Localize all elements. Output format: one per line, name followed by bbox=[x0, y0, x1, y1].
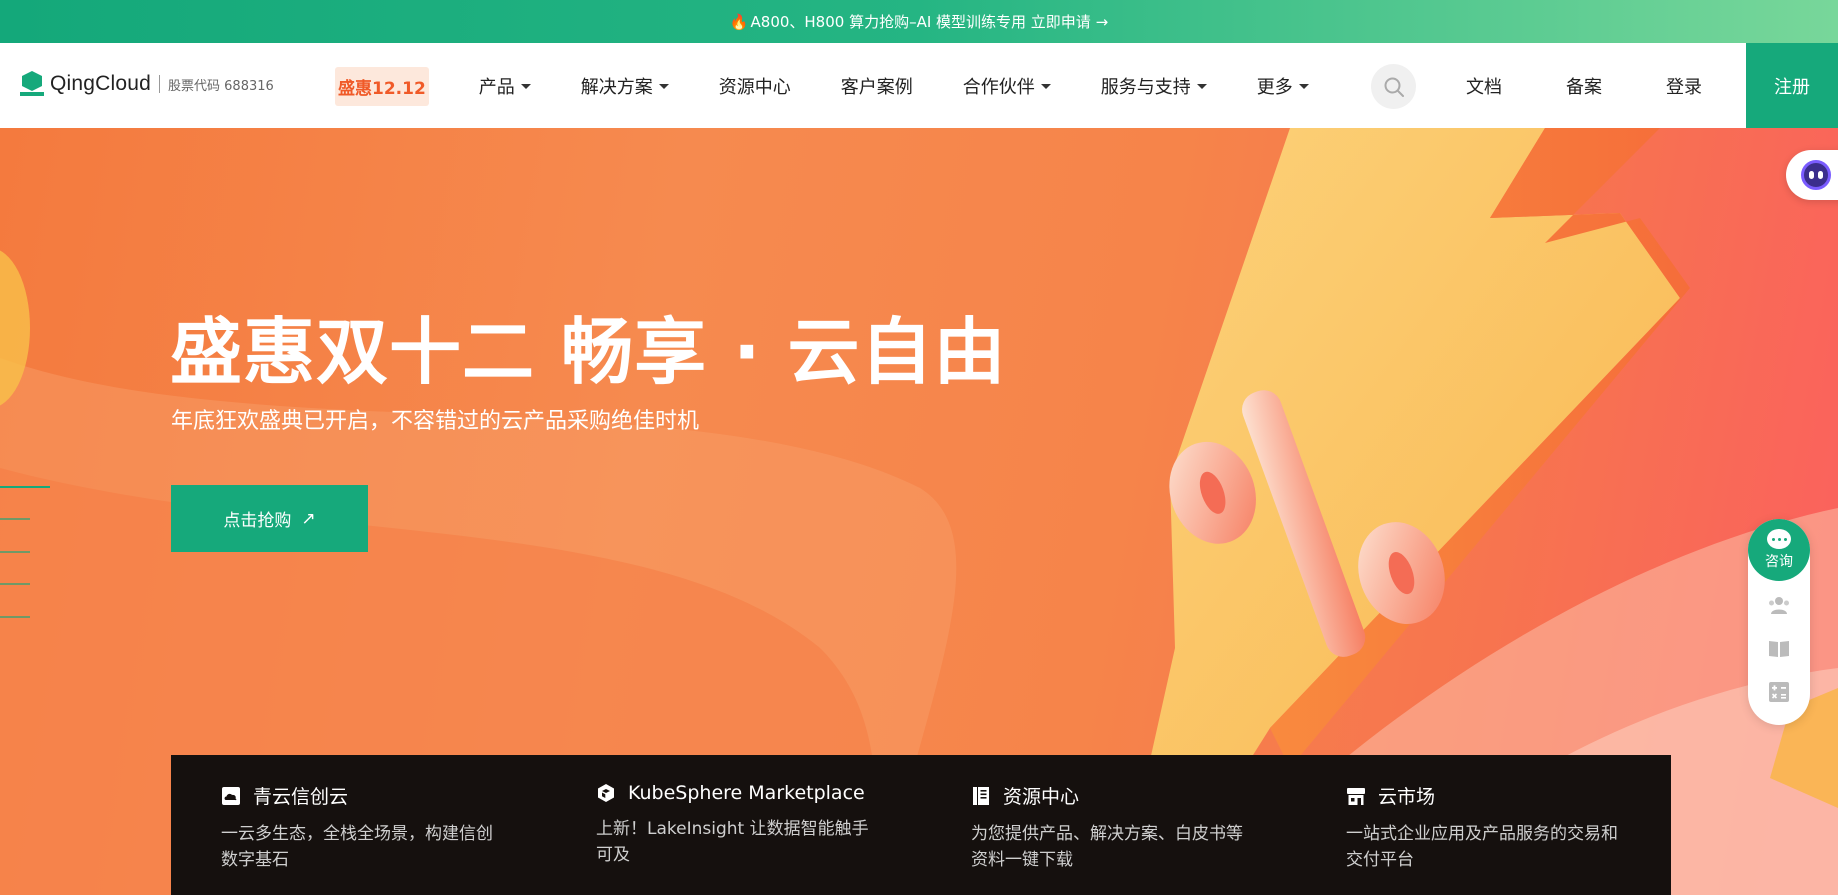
slide-indicator[interactable] bbox=[0, 551, 30, 553]
logo[interactable]: QingCloud 股票代码 688316 bbox=[20, 71, 274, 97]
register-button[interactable]: 注册 bbox=[1746, 43, 1838, 128]
nav-item-cases[interactable]: 客户案例 bbox=[841, 73, 913, 99]
card-description: 为您提供产品、解决方案、白皮书等资料一键下载 bbox=[971, 824, 1243, 870]
stock-code: 股票代码 688316 bbox=[168, 78, 274, 94]
consult-label: 咨询 bbox=[1765, 554, 1793, 570]
logo-text: QingCloud bbox=[50, 72, 152, 95]
nav-promo-tag[interactable]: 盛惠12.12 bbox=[335, 66, 429, 106]
nav-item-products[interactable]: 产品 bbox=[479, 73, 531, 99]
slide-indicator[interactable] bbox=[0, 616, 30, 618]
caret-down-icon bbox=[520, 83, 531, 89]
robot-icon bbox=[1801, 160, 1831, 190]
book-icon[interactable] bbox=[1767, 636, 1791, 660]
fire-icon: 🔥 bbox=[729, 12, 749, 31]
nav-label: 产品 bbox=[478, 77, 515, 98]
nav-item-partners[interactable]: 合作伙伴 bbox=[963, 73, 1051, 99]
buy-now-button[interactable]: 点击抢购 ↗ bbox=[171, 485, 368, 552]
nav-item-more[interactable]: 更多 bbox=[1257, 73, 1309, 99]
arrow-up-right-icon: ↗ bbox=[301, 508, 316, 529]
qingcloud-logo-icon bbox=[20, 71, 44, 97]
caret-down-icon bbox=[1196, 83, 1207, 89]
users-icon[interactable] bbox=[1767, 593, 1791, 617]
main-nav: 盛惠12.12 产品 解决方案 资源中心 客户案例 合作伙伴 服务与支持 更多 bbox=[335, 66, 1359, 106]
calculator-icon[interactable] bbox=[1767, 680, 1791, 704]
nav-label: 服务与支持 bbox=[1100, 77, 1191, 98]
caret-down-icon bbox=[1298, 83, 1309, 89]
card-title: KubeSphere Marketplace bbox=[628, 782, 865, 804]
feature-card-marketplace[interactable]: 云市场 一站式企业应用及产品服务的交易和交付平台 bbox=[1296, 755, 1671, 895]
nav-item-solutions[interactable]: 解决方案 bbox=[581, 73, 669, 99]
hero-subtitle: 年底狂欢盛典已开启，不容错过的云产品采购绝佳时机 bbox=[171, 409, 700, 434]
cloud-icon bbox=[222, 786, 240, 805]
nav-label: 客户案例 bbox=[840, 77, 913, 98]
slide-indicator-active[interactable] bbox=[0, 486, 50, 488]
feature-card-kubesphere[interactable]: KubeSphere Marketplace 上新！LakeInsight 让数… bbox=[546, 755, 921, 895]
hero-title: 盛惠双十二 畅享 · 云自由 bbox=[170, 310, 1007, 394]
nav-label: 资源中心 bbox=[718, 77, 791, 98]
nav-label: 合作伙伴 bbox=[962, 77, 1035, 98]
card-title: 资源中心 bbox=[1003, 786, 1080, 808]
nav-label: 解决方案 bbox=[580, 77, 653, 98]
feature-cards: 青云信创云 一云多生态，全栈全场景，构建信创数字基石 KubeSphere Ma… bbox=[171, 755, 1671, 895]
login-link[interactable]: 登录 bbox=[1666, 73, 1702, 99]
filing-link[interactable]: 备案 bbox=[1566, 73, 1602, 99]
document-icon bbox=[973, 786, 989, 805]
card-description: 上新！LakeInsight 让数据智能触手可及 bbox=[596, 819, 869, 865]
docs-link[interactable]: 文档 bbox=[1466, 73, 1502, 99]
consult-button[interactable]: 咨询 bbox=[1748, 519, 1810, 581]
card-title: 云市场 bbox=[1378, 786, 1436, 808]
feature-card-resources[interactable]: 资源中心 为您提供产品、解决方案、白皮书等资料一键下载 bbox=[921, 755, 1296, 895]
card-title: 青云信创云 bbox=[253, 786, 349, 808]
search-icon bbox=[1384, 77, 1404, 97]
card-description: 一站式企业应用及产品服务的交易和交付平台 bbox=[1346, 824, 1618, 870]
search-button[interactable] bbox=[1371, 64, 1416, 109]
cube-icon bbox=[598, 784, 614, 802]
ai-assistant-tab[interactable] bbox=[1786, 150, 1838, 200]
nav-item-resources[interactable]: 资源中心 bbox=[719, 73, 791, 99]
caret-down-icon bbox=[1040, 83, 1051, 89]
feature-card-xinchuang[interactable]: 青云信创云 一云多生态，全栈全场景，构建信创数字基石 bbox=[171, 755, 546, 895]
nav-item-support[interactable]: 服务与支持 bbox=[1101, 73, 1207, 99]
card-description: 一云多生态，全栈全场景，构建信创数字基石 bbox=[221, 824, 493, 870]
promo-bar-text[interactable]: A800、H800 算力抢购–AI 模型训练专用 立即申请 → bbox=[751, 11, 1109, 32]
caret-down-icon bbox=[658, 83, 669, 89]
site-header: QingCloud 股票代码 688316 盛惠12.12 产品 解决方案 资源… bbox=[0, 43, 1838, 128]
side-toolbar: 咨询 bbox=[1748, 519, 1810, 725]
chat-bubble-icon bbox=[1767, 529, 1791, 549]
slide-indicator[interactable] bbox=[0, 583, 30, 585]
slide-indicator[interactable] bbox=[0, 518, 30, 520]
promo-bar[interactable]: 🔥 A800、H800 算力抢购–AI 模型训练专用 立即申请 → bbox=[0, 0, 1838, 43]
buy-now-label: 点击抢购 bbox=[223, 511, 292, 531]
nav-label: 更多 bbox=[1256, 77, 1293, 98]
logo-divider bbox=[159, 75, 161, 93]
store-icon bbox=[1347, 787, 1365, 805]
